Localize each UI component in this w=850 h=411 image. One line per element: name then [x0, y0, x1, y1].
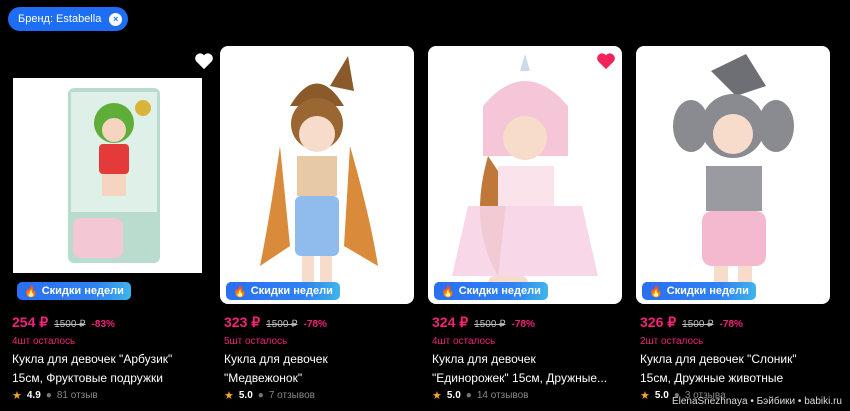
close-icon[interactable]: × — [109, 12, 123, 26]
old-price: 1500 ₽ — [266, 319, 298, 330]
old-price: 1500 ₽ — [54, 319, 86, 330]
product-card[interactable]: 🔥 Скидки недели 254 ₽ 1500 ₽ -83% 4шт ос… — [8, 46, 213, 402]
doll-image — [260, 56, 378, 284]
product-card[interactable]: 🔥 Скидки недели 326 ₽ 1500 ₽ -78% 2шт ос… — [636, 46, 830, 402]
star-icon: ★ — [12, 390, 22, 402]
old-price: 1500 ₽ — [682, 319, 714, 330]
heart-icon[interactable] — [596, 52, 616, 70]
star-icon: ★ — [640, 390, 650, 402]
discount: -78% — [511, 319, 535, 330]
stock-status: 2шт осталось — [640, 336, 704, 347]
fire-icon: 🔥 — [649, 285, 663, 298]
price: 324 ₽ — [432, 314, 469, 330]
discount: -83% — [91, 319, 115, 330]
discount: -78% — [719, 319, 743, 330]
review-count[interactable]: 7 отзывов — [269, 390, 315, 401]
comment-icon: ● — [45, 390, 52, 401]
product-title[interactable]: Кукла для девочек "Арбузик" 15см, Фрукто… — [12, 350, 200, 388]
rating-value: 5.0 — [654, 390, 669, 401]
price: 254 ₽ — [12, 314, 49, 330]
product-card[interactable]: 🔥 Скидки недели 323 ₽ 1500 ₽ -78% 5шт ос… — [220, 46, 414, 402]
product-card[interactable]: 🔥 Скидки недели 324 ₽ 1500 ₽ -78% 4шт ос… — [428, 46, 622, 402]
price: 323 ₽ — [224, 314, 261, 330]
product-image[interactable]: 🔥 Скидки недели — [8, 46, 202, 304]
rating-value: 5.0 — [446, 390, 461, 401]
promo-badge: 🔥 Скидки недели — [642, 282, 756, 300]
review-count[interactable]: 14 отзывов — [477, 390, 529, 401]
review-count[interactable]: 81 отзыв — [57, 390, 98, 401]
old-price: 1500 ₽ — [474, 319, 506, 330]
promo-badge: 🔥 Скидки недели — [17, 282, 131, 300]
price-row: 323 ₽ 1500 ₽ -78% — [224, 314, 327, 331]
fire-icon: 🔥 — [441, 285, 455, 298]
price-row: 254 ₽ 1500 ₽ -83% — [12, 314, 115, 331]
product-image[interactable]: 🔥 Скидки недели — [220, 46, 414, 304]
rating-row: ★ 5.0 ● 14 отзывов — [432, 389, 529, 402]
brand-filter-chip[interactable]: Бренд: Estabella × — [8, 7, 129, 31]
rating-value: 5.0 — [238, 390, 253, 401]
fire-icon: 🔥 — [233, 285, 247, 298]
rating-row: ★ 5.0 ● 7 отзывов — [224, 389, 315, 402]
comment-icon: ● — [465, 390, 472, 401]
price: 326 ₽ — [640, 314, 677, 330]
promo-badge: 🔥 Скидки недели — [434, 282, 548, 300]
brand-filter-label: Бренд: Estabella — [18, 13, 102, 25]
stock-status: 4шт осталось — [12, 336, 76, 347]
stock-status: 5шт осталось — [224, 336, 288, 347]
product-title[interactable]: Кукла для девочек "Медвежонок" — [224, 350, 412, 388]
doll-image — [673, 54, 794, 292]
product-image[interactable]: 🔥 Скидки недели — [428, 46, 622, 304]
discount: -78% — [303, 319, 327, 330]
star-icon: ★ — [432, 390, 442, 402]
doll-image — [452, 54, 598, 290]
rating-row: ★ 4.9 ● 81 отзыв — [12, 389, 98, 402]
comment-icon: ● — [257, 390, 264, 401]
heart-icon[interactable] — [194, 52, 214, 70]
price-row: 326 ₽ 1500 ₽ -78% — [640, 314, 743, 331]
price-row: 324 ₽ 1500 ₽ -78% — [432, 314, 535, 331]
promo-badge: 🔥 Скидки недели — [226, 282, 340, 300]
product-title[interactable]: Кукла для девочек "Слоник" 15см, Дружные… — [640, 350, 828, 388]
stock-status: 4шт осталось — [432, 336, 496, 347]
doll-box-image — [68, 88, 160, 263]
product-title[interactable]: Кукла для девочек "Единорожек" 15см, Дру… — [432, 350, 620, 388]
product-image[interactable]: 🔥 Скидки недели — [636, 46, 830, 304]
watermark: ElenaSnezhnaya • Бэйбики • babiki.ru — [671, 396, 842, 407]
fire-icon: 🔥 — [24, 285, 38, 298]
star-icon: ★ — [224, 390, 234, 402]
rating-value: 4.9 — [26, 390, 41, 401]
